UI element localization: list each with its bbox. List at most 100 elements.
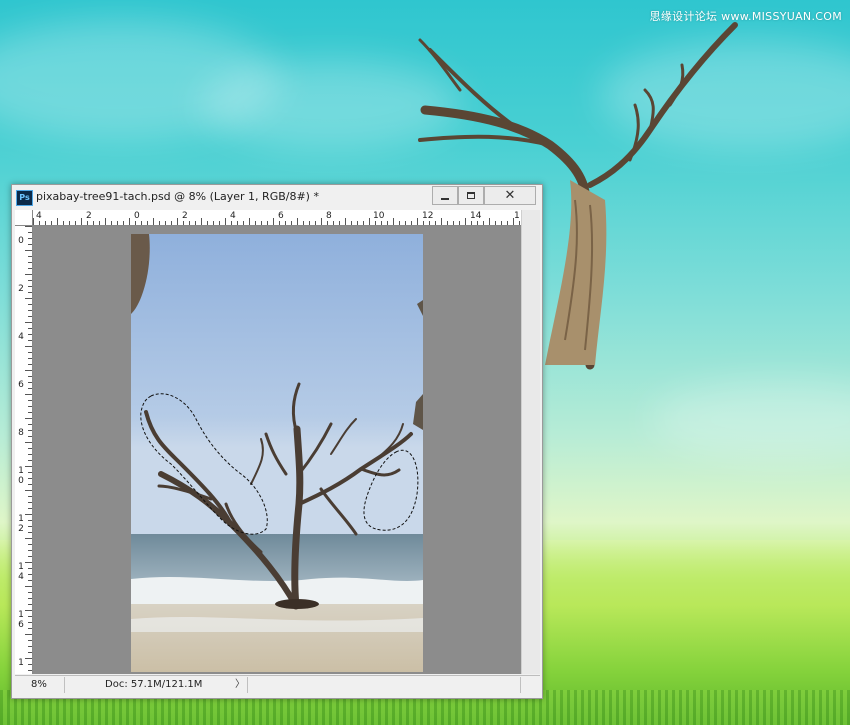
vertical-scrollbar[interactable]: [521, 210, 540, 674]
ruler-tick: [459, 221, 460, 225]
ruler-tick: [165, 221, 166, 225]
ruler-tick: [201, 218, 202, 225]
ruler-tick: [25, 562, 32, 563]
ruler-tick: [285, 221, 286, 225]
ruler-tick: [28, 232, 32, 233]
ruler-tick: [213, 221, 214, 225]
minimize-icon: [441, 197, 449, 200]
ruler-tick: [63, 221, 64, 225]
ruler-label: 8: [18, 428, 24, 438]
ruler-tick: [495, 221, 496, 225]
ruler-tick: [25, 322, 32, 323]
ruler-tick: [28, 256, 32, 257]
ruler-tick: [28, 406, 32, 407]
ruler-tick: [81, 218, 82, 225]
ruler-tick: [28, 352, 32, 353]
ruler-tick: [28, 328, 32, 329]
ruler-tick: [87, 221, 88, 225]
canvas-workspace[interactable]: [33, 226, 521, 674]
ruler-tick: [25, 538, 32, 539]
ruler-tick: [219, 221, 220, 225]
ruler-label: 4: [18, 332, 24, 342]
horizontal-scrollbar[interactable]: [520, 677, 541, 693]
ruler-tick: [69, 221, 70, 225]
ruler-tick: [25, 418, 32, 419]
ruler-tick: [159, 221, 160, 225]
ruler-tick: [225, 218, 226, 225]
ruler-tick: [135, 221, 136, 225]
ruler-label: 1: [514, 211, 520, 221]
ruler-tick: [28, 598, 32, 599]
ruler-tick: [28, 580, 32, 581]
ruler-tick: [465, 218, 466, 225]
ruler-tick: [399, 221, 400, 225]
horizontal-ruler[interactable]: 4 2 0 2 4 6 8 10 12 14 1: [33, 210, 521, 226]
ruler-tick: [117, 221, 118, 225]
ruler-tick: [28, 550, 32, 551]
minimize-button[interactable]: [432, 186, 458, 205]
beach-tree-photo[interactable]: [131, 234, 423, 672]
ruler-tick: [447, 221, 448, 225]
ruler-tick: [25, 394, 32, 395]
ruler-tick: [28, 544, 32, 545]
ruler-tick: [423, 221, 424, 225]
document-window[interactable]: Ps pixabay-tree91-tach.psd @ 8% (Layer 1…: [11, 184, 543, 699]
status-menu-arrow[interactable]: 〉: [235, 677, 245, 693]
ruler-label: 6: [18, 380, 24, 390]
ruler-label: 0: [134, 211, 140, 221]
ruler-tick: [363, 221, 364, 225]
ruler-tick: [25, 586, 32, 587]
ruler-tick: [177, 218, 178, 225]
ruler-tick: [411, 221, 412, 225]
ruler-tick: [25, 250, 32, 251]
ruler-tick: [345, 218, 346, 225]
ruler-tick: [28, 430, 32, 431]
ruler-tick: [435, 221, 436, 225]
ruler-tick: [471, 221, 472, 225]
ruler-tick: [28, 376, 32, 377]
ruler-tick: [28, 424, 32, 425]
ruler-tick: [28, 664, 32, 665]
ruler-origin[interactable]: [15, 210, 33, 226]
ruler-tick: [99, 221, 100, 225]
ruler-tick: [441, 218, 442, 225]
ruler-tick: [351, 221, 352, 225]
ruler-tick: [267, 221, 268, 225]
ruler-label: 8: [326, 211, 332, 221]
status-bar: 8% Doc: 57.1M/121.1M 〉: [15, 675, 540, 695]
ruler-tick: [28, 460, 32, 461]
zoom-level[interactable]: 8%: [15, 677, 65, 693]
ruler-tick: [255, 221, 256, 225]
ruler-tick: [195, 221, 196, 225]
ruler-tick: [207, 221, 208, 225]
ruler-tick: [75, 221, 76, 225]
maximize-button[interactable]: [458, 186, 484, 205]
ruler-tick: [39, 221, 40, 225]
ruler-tick: [25, 490, 32, 491]
close-button[interactable]: ✕: [484, 186, 536, 205]
ruler-tick: [171, 221, 172, 225]
ruler-tick: [28, 358, 32, 359]
ruler-tick: [309, 221, 310, 225]
ruler-tick: [28, 400, 32, 401]
ruler-tick: [28, 508, 32, 509]
ruler-tick: [369, 218, 370, 225]
ruler-tick: [507, 221, 508, 225]
ruler-tick: [45, 221, 46, 225]
ruler-label: 10: [18, 466, 24, 486]
ruler-tick: [273, 218, 274, 225]
ruler-tick: [28, 640, 32, 641]
ruler-tick: [57, 218, 58, 225]
title-bar[interactable]: Ps pixabay-tree91-tach.psd @ 8% (Layer 1…: [12, 185, 542, 209]
ruler-tick: [393, 218, 394, 225]
maximize-icon: [467, 192, 475, 199]
ruler-tick: [123, 221, 124, 225]
ruler-tick: [387, 221, 388, 225]
ruler-tick: [357, 221, 358, 225]
ruler-tick: [28, 478, 32, 479]
vertical-ruler[interactable]: 0 2 4 6 8 10 12 14 16 1: [15, 226, 33, 674]
ruler-label: 4: [230, 211, 236, 221]
ruler-tick: [28, 412, 32, 413]
ruler-tick: [303, 221, 304, 225]
ruler-label: 2: [86, 211, 92, 221]
